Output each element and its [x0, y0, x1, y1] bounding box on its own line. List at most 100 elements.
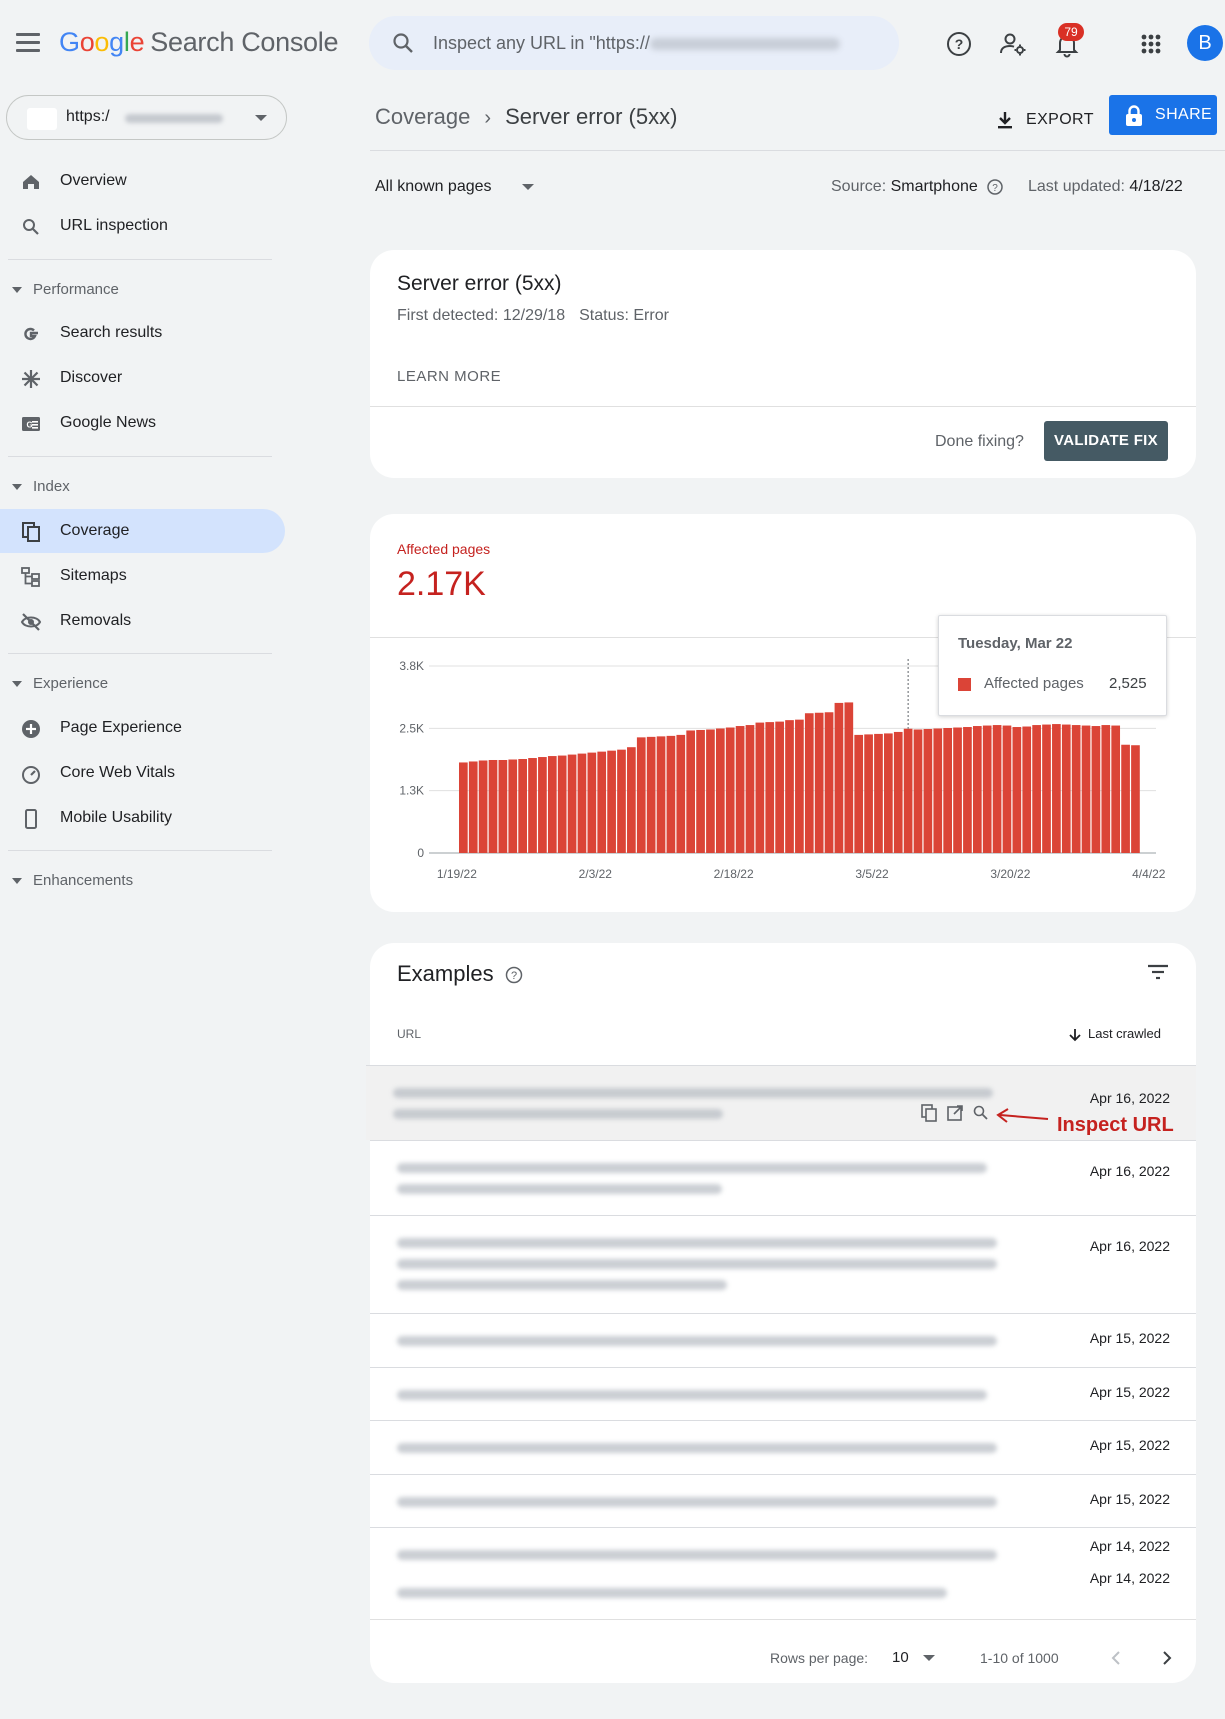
sidebar-section-index[interactable]: Index [0, 472, 285, 502]
blurred-url-text [397, 1280, 727, 1290]
chart-bar [923, 728, 933, 853]
logo-letter: o [79, 27, 95, 57]
pages-filter-dropdown[interactable]: All known pages [375, 178, 534, 196]
property-url: https:/ [66, 108, 110, 125]
sidebar-item-overview[interactable]: Overview [0, 159, 285, 203]
sidebar-section-enhancements[interactable]: Enhancements [0, 866, 285, 896]
sidebar-item-label: Sitemaps [60, 567, 127, 584]
sidebar-item-page-experience[interactable]: Page Experience [0, 706, 285, 750]
news-icon: G [22, 417, 40, 431]
sidebar-divider [8, 850, 272, 851]
apps-grid-icon[interactable] [1136, 29, 1166, 59]
example-url-row[interactable]: Apr 15, 2022 [370, 1420, 1196, 1474]
chart-bar [1002, 725, 1012, 853]
pager-divider [370, 1619, 1196, 1620]
lock-icon [1126, 105, 1142, 126]
blurred-url-text [397, 1336, 997, 1346]
validate-fix-button[interactable]: VALIDATE FIX [1044, 421, 1168, 461]
filter-icon[interactable] [1146, 961, 1170, 985]
chart-bar [745, 725, 755, 853]
blurred-url-text [397, 1238, 997, 1248]
sidebar-section-experience[interactable]: Experience [0, 669, 285, 699]
chart-bar [567, 754, 577, 853]
blurred-url-text [393, 1109, 723, 1119]
help-icon[interactable]: ? [504, 965, 524, 985]
notification-count-badge: 79 [1058, 23, 1084, 41]
menu-icon[interactable] [16, 33, 40, 53]
chart-bar [795, 719, 804, 853]
sidebar-item-discover[interactable]: Discover [0, 356, 285, 400]
x-tick-label: 1/19/22 [437, 867, 477, 881]
sidebar-item-google-news[interactable]: G Google News [0, 401, 285, 445]
last-crawled-date: Apr 14, 2022 [1089, 1538, 1170, 1554]
example-url-row[interactable]: Apr 15, 2022 [370, 1474, 1196, 1527]
sitemap-icon [21, 567, 40, 587]
svg-text:?: ? [992, 183, 998, 194]
examples-title: Examples [397, 961, 494, 986]
sidebar-item-coverage[interactable]: Coverage [0, 509, 285, 553]
sidebar-item-url-inspection[interactable]: URL inspection [0, 204, 285, 248]
open-in-new-tab-icon[interactable] [945, 1103, 965, 1123]
source-label: Source: [831, 178, 887, 196]
export-label: EXPORT [1026, 111, 1094, 128]
account-avatar[interactable]: B [1187, 25, 1223, 61]
inspect-url-search-icon[interactable] [971, 1103, 991, 1123]
tooltip-series-label: Affected pages [984, 675, 1084, 692]
column-header-url[interactable]: URL [397, 1027, 421, 1041]
sidebar-section-title: Index [33, 478, 70, 495]
chart-bar [874, 733, 883, 853]
rows-per-page-select[interactable]: 10 [892, 1649, 935, 1666]
blurred-property-name [125, 114, 223, 123]
sidebar-section-title: Performance [33, 281, 119, 298]
sidebar-item-search-results[interactable]: Search results [0, 311, 285, 355]
chart-bar [1121, 744, 1130, 853]
first-detected: First detected: 12/29/18 [397, 307, 566, 324]
example-url-row[interactable]: Apr 14, 2022 [370, 1527, 1196, 1566]
search-icon [23, 219, 39, 235]
chart-bar [1081, 725, 1091, 853]
chart-bar [636, 737, 646, 853]
breadcrumb-parent-link[interactable]: Coverage [375, 104, 470, 129]
example-url-row[interactable]: Apr 14, 2022 [370, 1566, 1196, 1619]
learn-more-link[interactable]: LEARN MORE [397, 368, 501, 385]
sidebar-item-removals[interactable]: Removals [0, 599, 285, 643]
last-crawled-date: Apr 14, 2022 [1089, 1570, 1170, 1586]
chart-bar [1091, 726, 1101, 853]
sidebar-item-core-web-vitals[interactable]: Core Web Vitals [0, 751, 285, 795]
sidebar-section-performance[interactable]: Performance [0, 275, 285, 305]
chart-bar [686, 730, 696, 853]
previous-page-icon[interactable] [1106, 1647, 1128, 1669]
chart-bar [765, 722, 775, 853]
chart-bar [518, 759, 527, 853]
example-url-row[interactable]: Apr 16, 2022 [370, 1140, 1196, 1215]
property-selector[interactable]: https:/ [6, 95, 287, 140]
share-button[interactable]: SHARE [1109, 95, 1217, 135]
example-url-row[interactable]: Apr 15, 2022 [370, 1367, 1196, 1420]
caret-down-icon [12, 287, 22, 293]
app-logo[interactable]: Google Search Console [59, 27, 339, 58]
export-button[interactable]: EXPORT [994, 104, 1094, 136]
chart-bar [498, 759, 508, 853]
chart-bar [814, 712, 824, 853]
chart-bar [666, 735, 676, 853]
example-url-row[interactable]: Apr 16, 2022 [370, 1215, 1196, 1313]
issue-title: Server error (5xx) [397, 272, 562, 295]
column-header-last-crawled[interactable]: Last crawled [1068, 1026, 1161, 1043]
sidebar-item-sitemaps[interactable]: Sitemaps [0, 554, 285, 598]
sidebar-item-mobile-usability[interactable]: Mobile Usability [0, 796, 285, 840]
chart-bar [607, 750, 616, 853]
sidebar-item-label: Discover [60, 369, 123, 386]
user-settings-icon[interactable] [998, 29, 1028, 59]
sidebar-item-label: URL inspection [60, 217, 168, 234]
blurred-url-text [397, 1184, 722, 1194]
chart-bar [478, 760, 488, 853]
next-page-icon[interactable] [1155, 1647, 1177, 1669]
help-icon[interactable]: ? [944, 29, 974, 59]
chart-bar [933, 728, 943, 853]
row-actions [919, 1103, 991, 1123]
example-url-row[interactable]: Apr 15, 2022 [370, 1313, 1196, 1367]
chart-bar [943, 728, 953, 853]
help-icon[interactable]: ? [986, 178, 1004, 196]
copy-url-icon[interactable] [919, 1103, 939, 1123]
chart-bar [597, 751, 607, 853]
